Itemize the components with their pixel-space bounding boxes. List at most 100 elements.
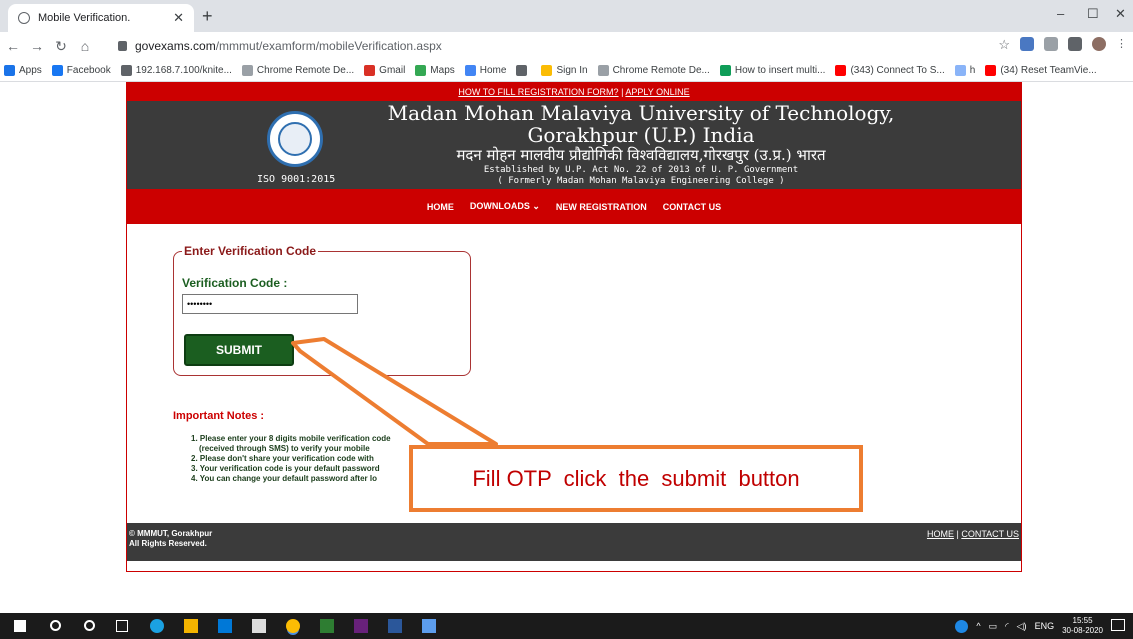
bookmark-item[interactable]: h: [954, 65, 975, 76]
extension-icon[interactable]: [1020, 37, 1034, 51]
tab-strip: Mobile Verification. ✕ + – ☐ ✕: [0, 0, 1133, 32]
establishment-line-1: Established by U.P. Act No. 22 of 2013 o…: [483, 165, 799, 175]
new-tab-icon[interactable]: +: [202, 6, 213, 27]
iso-label: ISO 9001:2015: [257, 174, 336, 185]
bookmark-item[interactable]: Maps: [415, 65, 455, 76]
cortana-icon[interactable]: [84, 620, 95, 631]
app-icon-2[interactable]: [422, 619, 436, 633]
windows-start-icon[interactable]: [14, 620, 26, 632]
bookmark-item[interactable]: (34) Reset TeamVie...: [985, 65, 1097, 76]
bookmark-item[interactable]: [516, 65, 531, 76]
help-icon[interactable]: [955, 619, 969, 633]
network-icon[interactable]: ◜: [1005, 621, 1009, 632]
bookmark-label: Home: [479, 65, 507, 76]
bookmark-item[interactable]: (343) Connect To S...: [835, 65, 945, 76]
mail-icon[interactable]: [252, 619, 266, 633]
submit-button[interactable]: SUBMIT: [184, 334, 294, 366]
bookmark-icon: [120, 65, 132, 76]
address-bar[interactable]: govexams.com/mmmut/examform/mobileVerifi…: [118, 36, 442, 56]
bookmark-icon: [985, 65, 997, 76]
close-tab-icon[interactable]: ✕: [173, 10, 184, 26]
edge-icon[interactable]: [150, 619, 164, 633]
bookmark-label: Sign In: [556, 65, 588, 76]
bookmark-label: (34) Reset TeamVie...: [1000, 65, 1097, 76]
bookmark-icon: [597, 65, 609, 76]
bookmark-icon: [516, 65, 528, 76]
windows-taskbar: ^ ▭ ◜ ◁) ENG 15:55 30-08-2020: [0, 613, 1133, 639]
volume-icon[interactable]: ◁): [1017, 621, 1027, 632]
forward-icon[interactable]: →: [26, 38, 48, 54]
back-icon[interactable]: ←: [2, 38, 24, 54]
bookmark-item[interactable]: Gmail: [364, 65, 405, 76]
chrome-icon[interactable]: [286, 619, 300, 633]
reload-icon[interactable]: ↻: [50, 38, 72, 55]
store-icon[interactable]: [218, 619, 232, 633]
bookmark-label: (343) Connect To S...: [850, 65, 945, 76]
verification-fieldset: Enter Verification Code Verification Cod…: [173, 244, 471, 376]
menu-contact-us[interactable]: CONTACT US: [663, 202, 721, 212]
apply-online-link[interactable]: APPLY ONLINE: [625, 87, 689, 97]
bookmark-item[interactable]: How to insert multi...: [719, 65, 826, 76]
task-view-icon[interactable]: [116, 620, 128, 632]
bookmark-item[interactable]: Chrome Remote De...: [597, 65, 710, 76]
menu-icon[interactable]: ⋮: [1116, 37, 1127, 51]
copyright-line: © MMMUT, Gorakhpur: [129, 529, 213, 538]
word-icon[interactable]: [388, 619, 402, 633]
footer-home-link[interactable]: HOME: [927, 529, 954, 539]
bookmarks-bar: Apps Facebook 192.168.7.100/knite... Chrome…: [0, 60, 1133, 82]
rights-line: All Rights Reserved.: [129, 539, 207, 548]
top-link-separator: |: [621, 87, 624, 97]
bookmark-icon: [364, 65, 376, 76]
cast-icon[interactable]: [1044, 37, 1058, 51]
how-to-fill-link[interactable]: HOW TO FILL REGISTRATION FORM?: [458, 87, 618, 97]
minimize-icon[interactable]: –: [1057, 6, 1064, 21]
time: 15:55: [1072, 616, 1093, 625]
footer-contact-link[interactable]: CONTACT US: [961, 529, 1019, 539]
bookmark-label: How to insert multi...: [734, 65, 826, 76]
app-icon[interactable]: [320, 619, 334, 633]
university-name: Madan Mohan Malaviya University of Techn…: [371, 102, 911, 146]
bookmark-label: Chrome Remote De...: [256, 65, 355, 76]
bookmark-icon: [835, 65, 847, 76]
browser-tab[interactable]: Mobile Verification. ✕: [8, 4, 194, 32]
verification-code-label: Verification Code :: [182, 276, 288, 290]
url-host: govexams.com: [135, 39, 216, 53]
bookmark-label: Apps: [19, 65, 42, 76]
visual-studio-icon[interactable]: [354, 619, 368, 633]
puzzle-icon[interactable]: [1068, 37, 1082, 51]
search-icon[interactable]: [50, 620, 61, 631]
avatar[interactable]: [1092, 37, 1106, 51]
bookmark-item[interactable]: Apps: [4, 65, 42, 76]
note-item: 1. Please enter your 8 digits mobile ver…: [191, 434, 391, 443]
home-icon[interactable]: ⌂: [74, 38, 96, 54]
verification-code-input[interactable]: [182, 294, 358, 314]
main-menu: HOME DOWNLOADS ⌄ NEW REGISTRATION CONTAC…: [127, 189, 1021, 224]
top-links: HOW TO FILL REGISTRATION FORM? | APPLY O…: [127, 83, 1021, 101]
menu-downloads[interactable]: DOWNLOADS ⌄: [470, 201, 540, 212]
notifications-icon[interactable]: [1111, 619, 1125, 631]
bookmark-item[interactable]: 192.168.7.100/knite...: [120, 65, 232, 76]
bookmark-icon: [719, 65, 731, 76]
language-indicator[interactable]: ENG: [1035, 621, 1055, 631]
file-explorer-icon[interactable]: [184, 619, 198, 633]
university-name-line-1: Madan Mohan Malaviya University of Techn…: [387, 101, 895, 125]
close-window-icon[interactable]: ✕: [1115, 6, 1126, 22]
bookmark-item[interactable]: Facebook: [51, 65, 111, 76]
battery-icon[interactable]: ▭: [989, 621, 998, 632]
bookmark-item[interactable]: Chrome Remote De...: [241, 65, 355, 76]
footer: © MMMUT, Gorakhpur All Rights Reserved. …: [127, 523, 1021, 561]
bookmark-icon: [415, 65, 427, 76]
maximize-icon[interactable]: ☐: [1087, 6, 1099, 22]
bookmark-icon: [954, 65, 966, 76]
clock[interactable]: 15:55 30-08-2020: [1062, 616, 1103, 636]
bookmark-icon: [464, 65, 476, 76]
chevron-up-icon[interactable]: ^: [976, 621, 980, 631]
menu-new-registration[interactable]: NEW REGISTRATION: [556, 202, 647, 212]
bookmark-item[interactable]: Sign In: [541, 65, 588, 76]
browser-toolbar: ← → ↻ ⌂ govexams.com/mmmut/examform/mobi…: [0, 32, 1133, 60]
menu-home[interactable]: HOME: [427, 202, 454, 212]
star-icon[interactable]: ☆: [998, 37, 1010, 52]
bookmark-label: Gmail: [379, 65, 406, 76]
fieldset-legend: Enter Verification Code: [184, 244, 317, 258]
bookmark-item[interactable]: Home: [464, 65, 507, 76]
